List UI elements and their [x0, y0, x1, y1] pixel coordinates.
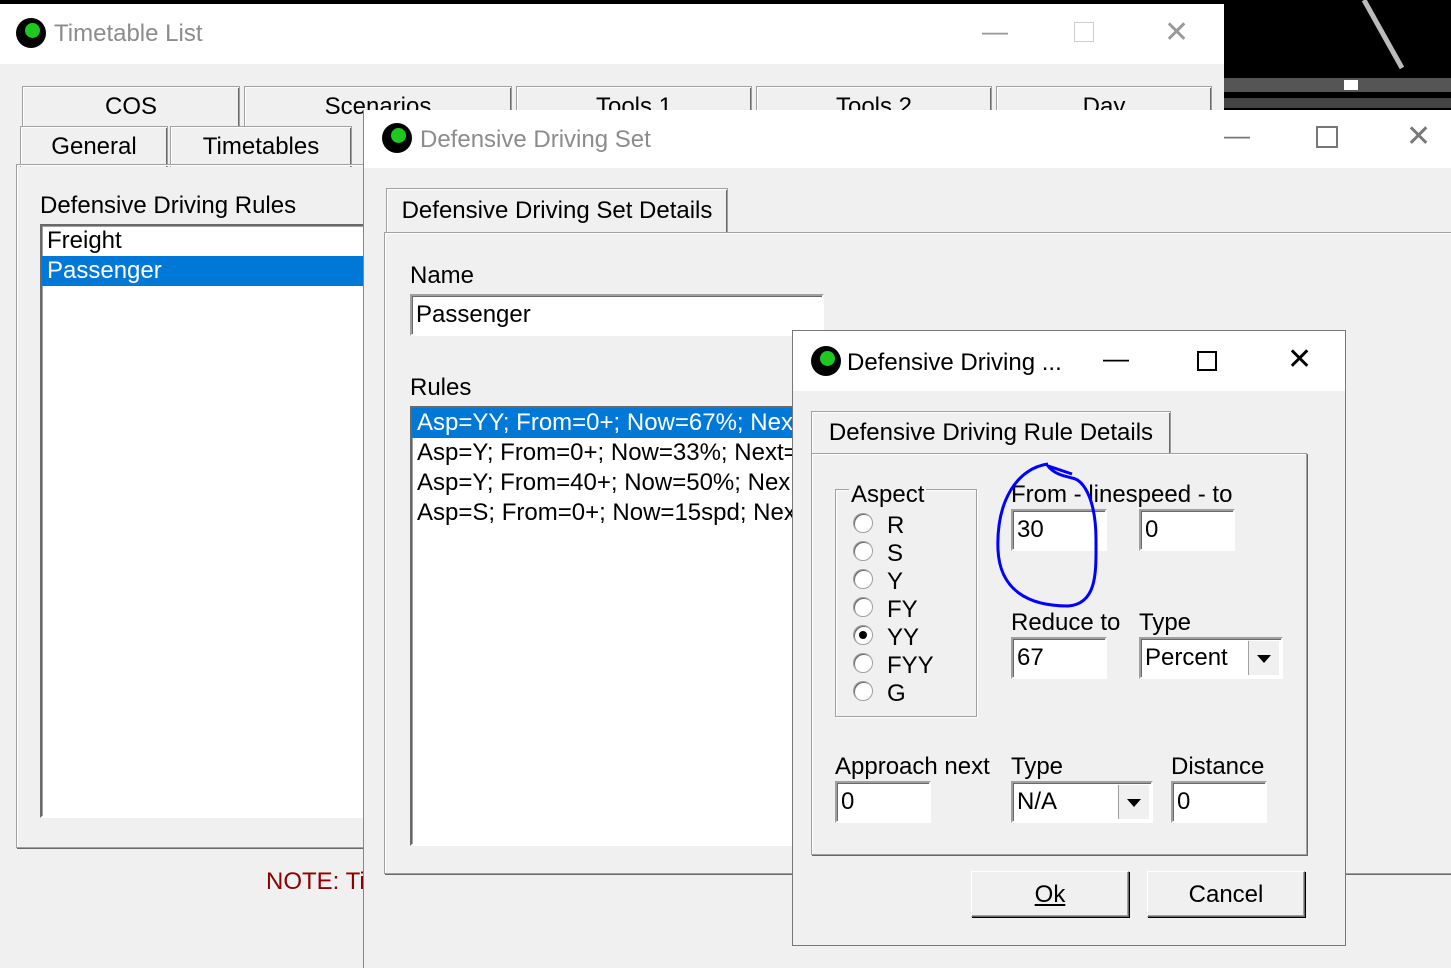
tab-label: General: [51, 133, 137, 160]
aspect-label: Aspect: [849, 481, 927, 509]
tab-label: Defensive Driving Rule Details: [828, 419, 1154, 446]
aspect-radio-g[interactable]: [853, 681, 873, 701]
aspect-radio-r[interactable]: [853, 513, 873, 533]
aspect-radio-fyy[interactable]: [853, 653, 873, 673]
ok-button[interactable]: Ok: [971, 871, 1129, 917]
reduce-to-field[interactable]: 67: [1011, 637, 1107, 679]
tab-cos[interactable]: COS: [22, 86, 240, 127]
list-item[interactable]: Asp=Y; From=40+; Now=50%; Nex: [412, 468, 832, 498]
list-item[interactable]: Asp=Y; From=0+; Now=33%; Next=: [412, 438, 832, 468]
aspect-label-fyy: FYY: [887, 652, 934, 679]
app-logo-icon: [16, 18, 46, 48]
app-logo-icon: [382, 123, 412, 153]
aspect-radio-yy[interactable]: [853, 625, 873, 645]
cancel-button-label: Cancel: [1188, 881, 1264, 908]
reduce-to-label: Reduce to: [1011, 609, 1121, 636]
tab-label: Defensive Driving Set Details: [401, 197, 713, 224]
app-logo-icon: [811, 346, 841, 376]
maximize-icon[interactable]: [1074, 22, 1094, 42]
approach-next-label: Approach next: [835, 753, 990, 780]
tab-rule-details[interactable]: Defensive Driving Rule Details: [811, 411, 1171, 454]
name-field[interactable]: Passenger: [410, 294, 824, 336]
note-text: NOTE: Ti: [266, 868, 365, 895]
close-icon[interactable]: ✕: [1406, 122, 1431, 152]
rule-dialog-titlebar: Defensive Driving ... — ✕: [793, 331, 1345, 391]
reduction-type-select[interactable]: Percent: [1139, 637, 1283, 679]
defensive-driving-rules-label: Defensive Driving Rules: [40, 192, 297, 219]
maximize-icon[interactable]: [1197, 351, 1217, 371]
tab-general[interactable]: General: [20, 126, 168, 167]
window-title: Defensive Driving Set: [420, 126, 651, 153]
aspect-label-y: Y: [887, 568, 904, 595]
list-item[interactable]: Asp=S; From=0+; Now=15spd; Nex: [412, 498, 832, 528]
type-label: Type: [1139, 609, 1192, 636]
to-linespeed-field[interactable]: 0: [1139, 509, 1235, 551]
close-icon[interactable]: ✕: [1164, 18, 1189, 48]
minimize-icon[interactable]: —: [1103, 345, 1129, 371]
tab-set-details[interactable]: Defensive Driving Set Details: [386, 188, 728, 233]
aspect-label-g: G: [887, 680, 906, 707]
reduction-type-value: Percent: [1145, 644, 1228, 671]
distance-label: Distance: [1171, 753, 1265, 780]
window-title: Timetable List: [54, 20, 203, 47]
tab-label: Timetables: [202, 133, 320, 160]
set-window-titlebar: Defensive Driving Set — ✕: [364, 110, 1451, 168]
close-icon[interactable]: ✕: [1287, 345, 1312, 375]
list-item-selected[interactable]: Passenger: [42, 256, 402, 286]
aspect-radio-y[interactable]: [853, 569, 873, 589]
ok-button-label: Ok: [1034, 881, 1066, 908]
aspect-label-yy: YY: [887, 624, 920, 651]
aspect-label-fy: FY: [887, 596, 918, 623]
rules-label: Rules: [410, 374, 472, 401]
aspect-radio-fy[interactable]: [853, 597, 873, 617]
minimize-icon[interactable]: —: [982, 18, 1008, 44]
approach-type-value: N/A: [1017, 788, 1058, 815]
distance-field[interactable]: 0: [1171, 781, 1267, 823]
timetable-list-titlebar: Timetable List — ✕: [0, 4, 1224, 64]
maximize-icon[interactable]: [1316, 126, 1338, 148]
chevron-down-icon[interactable]: [1248, 641, 1279, 675]
list-item-selected[interactable]: Asp=YY; From=0+; Now=67%; Nex: [412, 408, 832, 438]
approach-next-field[interactable]: 0: [835, 781, 931, 823]
defensive-driving-rule-dialog: Defensive Driving ... — ✕ Defensive Driv…: [792, 330, 1346, 946]
minimize-icon[interactable]: —: [1224, 122, 1250, 148]
aspect-label-s: S: [887, 540, 904, 567]
list-item[interactable]: Freight: [42, 226, 402, 256]
approach-type-label: Type: [1011, 753, 1064, 780]
defensive-driving-rules-list[interactable]: Freight Passenger: [40, 224, 404, 818]
tab-label: COS: [104, 93, 157, 120]
dialog-title: Defensive Driving ...: [847, 349, 1062, 376]
annotation-circle: [996, 462, 1098, 608]
approach-type-select[interactable]: N/A: [1011, 781, 1153, 823]
chevron-down-icon[interactable]: [1118, 785, 1149, 819]
cancel-button[interactable]: Cancel: [1147, 871, 1305, 917]
name-label: Name: [410, 262, 475, 289]
tab-timetables[interactable]: Timetables: [170, 126, 352, 167]
rules-list[interactable]: Asp=YY; From=0+; Now=67%; Nex Asp=Y; Fro…: [410, 406, 834, 846]
aspect-radio-s[interactable]: [853, 541, 873, 561]
aspect-label-r: R: [887, 512, 905, 539]
